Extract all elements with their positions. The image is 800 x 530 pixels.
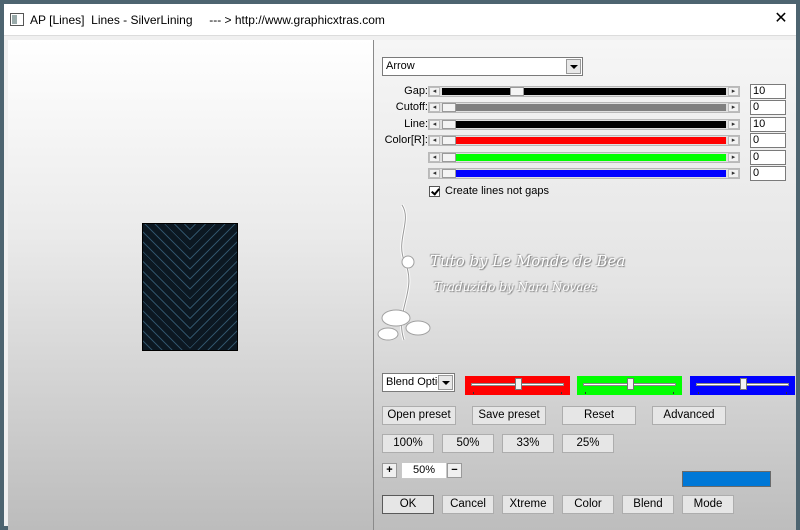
mode-button[interactable]: Mode <box>682 495 734 514</box>
line-type-select[interactable]: Arrow <box>382 57 583 76</box>
preview-pattern-left <box>143 224 190 350</box>
window-title: AP [Lines] Lines - SilverLining --- > ht… <box>30 13 385 27</box>
slider-track[interactable] <box>442 153 726 162</box>
slider-value-field[interactable]: 0 <box>750 133 786 148</box>
slider-value-field[interactable]: 10 <box>750 117 786 132</box>
slider[interactable]: ◂ ▸ <box>428 135 740 146</box>
title-bar: AP [Lines] Lines - SilverLining --- > ht… <box>4 4 796 36</box>
create-lines-label: Create lines not gaps <box>445 185 549 197</box>
watermark: Tuto by Le Monde de Bea Traduzido by Nar… <box>374 200 634 350</box>
slider-thumb[interactable] <box>509 87 524 96</box>
slider-track[interactable] <box>442 87 726 96</box>
dropdown-arrow-icon[interactable] <box>566 59 581 74</box>
zoom-33-button[interactable]: 33% <box>502 434 554 453</box>
arrow-left-icon[interactable]: ◂ <box>429 136 440 145</box>
cancel-button[interactable]: Cancel <box>442 495 494 514</box>
arrow-left-icon[interactable]: ◂ <box>429 103 440 112</box>
slider-thumb[interactable] <box>442 169 456 178</box>
slider-ticks <box>698 392 787 394</box>
color-swatch[interactable] <box>682 471 771 487</box>
slider-thumb[interactable] <box>514 378 522 390</box>
arrow-right-icon[interactable]: ▸ <box>728 87 739 96</box>
watermark-line-2: Traduzido by Nara Novaes <box>434 280 597 294</box>
preview-image[interactable] <box>142 223 238 351</box>
app-icon <box>10 13 24 26</box>
save-preset-button[interactable]: Save preset <box>472 406 546 425</box>
zoom-25-button[interactable]: 25% <box>562 434 614 453</box>
ok-button[interactable]: OK <box>382 495 434 514</box>
slider-track[interactable] <box>442 136 726 145</box>
slider-thumb[interactable] <box>442 103 456 112</box>
blend-options-value: Blend Options <box>386 376 438 388</box>
slider-track[interactable] <box>442 120 726 129</box>
slider-thumb[interactable] <box>442 136 456 145</box>
slider-value-field[interactable]: 0 <box>750 150 786 165</box>
slider-thumb[interactable] <box>626 378 634 390</box>
slider-ticks <box>473 392 562 394</box>
plugin-window: AP [Lines] Lines - SilverLining --- > ht… <box>0 0 800 530</box>
slider[interactable]: ◂ ▸ <box>428 86 740 97</box>
slider-thumb[interactable] <box>442 120 456 129</box>
arrow-right-icon[interactable]: ▸ <box>728 103 739 112</box>
slider-value-field[interactable]: 10 <box>750 84 786 99</box>
settings-panel: Arrow Gap: ◂ ▸ 10 Cutoff: ◂ ▸ 0 Line: ◂ ▸ 10 Color[R… <box>374 40 796 530</box>
zoom-50-button[interactable]: 50% <box>442 434 494 453</box>
zoom-in-button[interactable]: + <box>382 463 397 478</box>
dropdown-arrow-icon[interactable] <box>438 375 453 390</box>
slider[interactable]: ◂ ▸ <box>428 152 740 163</box>
arrow-right-icon[interactable]: ▸ <box>728 120 739 129</box>
arrow-left-icon[interactable]: ◂ <box>429 153 440 162</box>
slider-value-field[interactable]: 0 <box>750 166 786 181</box>
watermark-line-1: Tuto by Le Monde de Bea <box>430 252 626 270</box>
blend-color-slider[interactable] <box>690 376 795 395</box>
arrow-right-icon[interactable]: ▸ <box>728 153 739 162</box>
slider-thumb[interactable] <box>739 378 747 390</box>
zoom-value: 50% <box>401 462 447 479</box>
reset-button[interactable]: Reset <box>562 406 636 425</box>
slider-track[interactable] <box>442 169 726 178</box>
blend-color-slider[interactable] <box>465 376 570 395</box>
slider[interactable]: ◂ ▸ <box>428 119 740 130</box>
slider-ticks <box>585 392 674 394</box>
arrow-right-icon[interactable]: ▸ <box>728 169 739 178</box>
slider-track[interactable] <box>442 103 726 112</box>
blend-color-slider[interactable] <box>577 376 682 395</box>
advanced-button[interactable]: Advanced <box>652 406 726 425</box>
slider[interactable]: ◂ ▸ <box>428 102 740 113</box>
create-lines-checkbox[interactable] <box>429 186 440 197</box>
slider[interactable]: ◂ ▸ <box>428 168 740 179</box>
preview-pane <box>8 40 374 530</box>
zoom-100-button[interactable]: 100% <box>382 434 434 453</box>
blend-options-select[interactable]: Blend Options <box>382 373 455 392</box>
line-type-value: Arrow <box>386 60 415 72</box>
arrow-left-icon[interactable]: ◂ <box>429 120 440 129</box>
preview-pattern-right <box>190 224 237 350</box>
flower-ornament-icon <box>377 204 431 341</box>
zoom-out-button[interactable]: − <box>447 463 462 478</box>
slider-label: Line: <box>404 118 428 130</box>
slider-label: Cutoff: <box>395 101 428 113</box>
xtreme-button[interactable]: Xtreme <box>502 495 554 514</box>
slider-thumb[interactable] <box>442 153 456 162</box>
arrow-left-icon[interactable]: ◂ <box>429 87 440 96</box>
color-button[interactable]: Color <box>562 495 614 514</box>
slider-label: Color[R]: <box>384 134 428 146</box>
close-icon[interactable]: ✕ <box>766 4 796 34</box>
blend-button[interactable]: Blend <box>622 495 674 514</box>
slider-value-field[interactable]: 0 <box>750 100 786 115</box>
open-preset-button[interactable]: Open preset <box>382 406 456 425</box>
arrow-left-icon[interactable]: ◂ <box>429 169 440 178</box>
slider-label: Gap: <box>404 85 428 97</box>
arrow-right-icon[interactable]: ▸ <box>728 136 739 145</box>
